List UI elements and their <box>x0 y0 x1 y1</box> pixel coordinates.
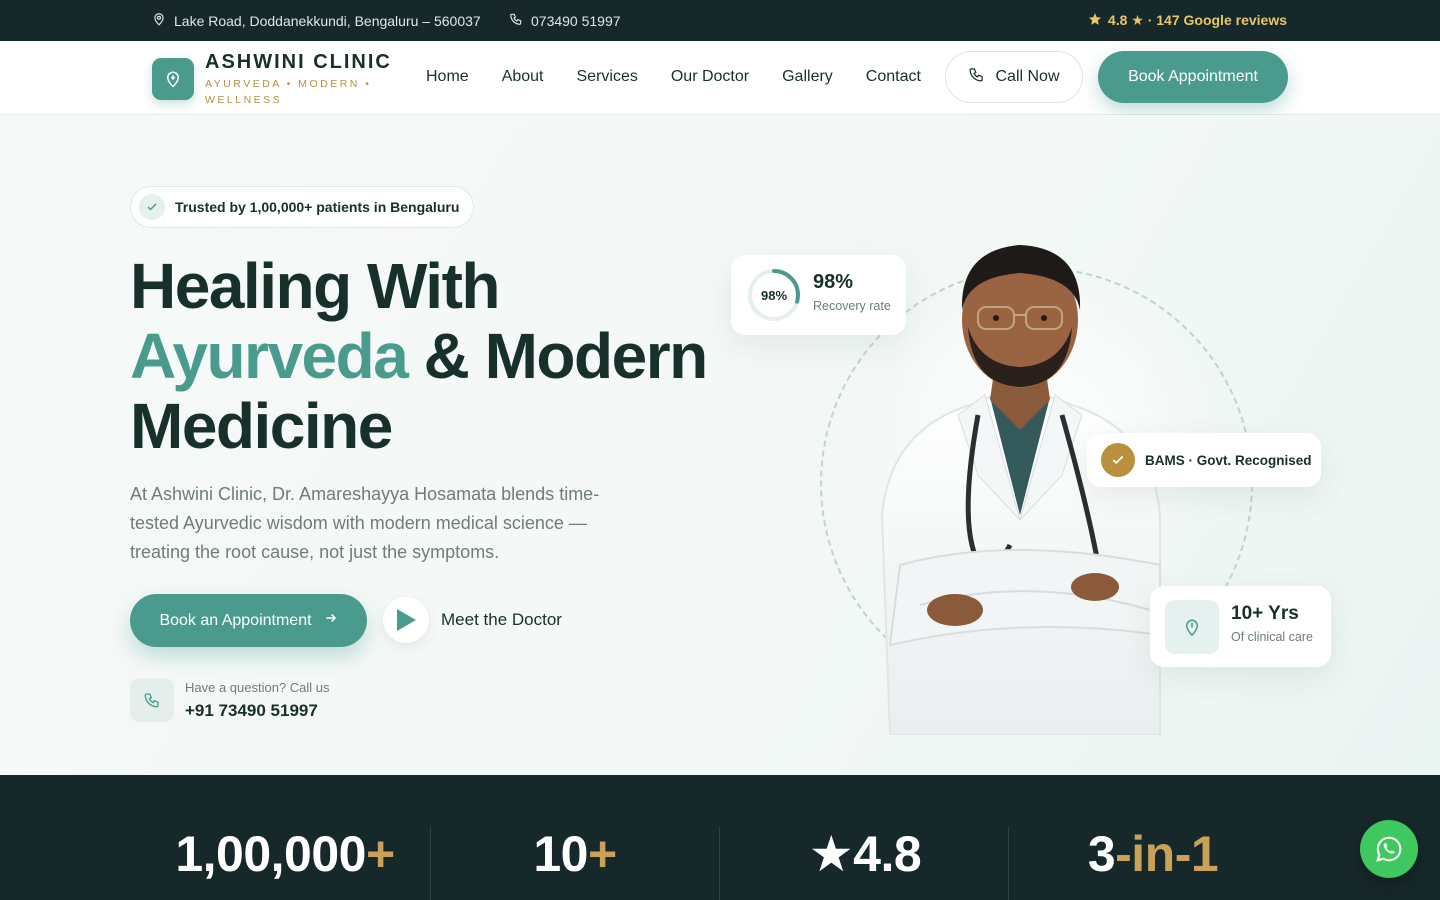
brand-tagline: AYURVEDA • MODERN • WELLNESS <box>205 78 372 106</box>
stat-divider <box>430 827 431 900</box>
nav-home[interactable]: Home <box>426 68 469 86</box>
nav-gallery[interactable]: Gallery <box>782 68 833 86</box>
stat-patients: 1,00,000+ <box>150 825 420 883</box>
phone-icon <box>968 66 985 88</box>
headline-line-2: & Modern <box>407 320 709 392</box>
stat-value: 10 <box>533 826 588 882</box>
stat-suffix: -in-1 <box>1115 826 1219 882</box>
stat-care: 3-in-1 <box>1018 825 1288 883</box>
headline-accent: Ayurveda <box>130 320 409 392</box>
phone-icon <box>509 12 523 29</box>
bams-card: BAMS · Govt. Recognised <box>1087 433 1321 487</box>
stat-years: 10+ <box>440 825 710 883</box>
hero-section: Trusted by 1,00,000+ patients in Bengalu… <box>0 115 1440 775</box>
headline-line-3: Medicine <box>130 390 393 462</box>
whatsapp-button[interactable] <box>1360 820 1418 878</box>
stat-value: 1,00,000 <box>175 826 366 882</box>
book-appointment-button[interactable]: Book Appointment <box>1098 51 1288 103</box>
book-an-appointment-label: Book an Appointment <box>159 611 312 629</box>
recovery-rate-card: 98% 98% Recovery rate <box>731 255 906 335</box>
location-pin-icon <box>152 12 166 29</box>
address-text: Lake Road, Doddanekkundi, Bengaluru – 56… <box>174 12 481 29</box>
nav-contact[interactable]: Contact <box>866 68 921 86</box>
check-icon <box>1101 443 1135 477</box>
hero-headline: Healing With Ayurveda & Modern Medicine <box>130 250 709 462</box>
recovery-ring-label: 98% <box>760 287 788 303</box>
brand-name: ASHWINI CLINIC <box>205 51 392 73</box>
call-now-button[interactable]: Call Now <box>945 51 1083 103</box>
address: Lake Road, Doddanekkundi, Bengaluru – 56… <box>152 12 481 29</box>
check-icon <box>139 194 165 220</box>
stats-strip: 1,00,000+ 10+ ★4.8 3-in-1 <box>0 775 1440 900</box>
meet-the-doctor-label: Meet the Doctor <box>441 610 562 629</box>
meet-the-doctor-button[interactable]: Meet the Doctor <box>383 597 562 643</box>
headline-line-1: Healing With <box>130 250 500 322</box>
stat-value: ★4.8 <box>808 826 922 882</box>
book-an-appointment-button[interactable]: Book an Appointment <box>130 594 367 647</box>
stat-divider <box>1008 827 1009 900</box>
play-icon <box>383 597 429 643</box>
question-label: Have a question? Call us <box>185 680 330 695</box>
trust-text: Trusted by 1,00,000+ patients in Bengalu… <box>175 199 460 215</box>
nav-our-doctor[interactable]: Our Doctor <box>671 68 749 86</box>
clinic-logo[interactable] <box>152 58 194 100</box>
hero-description: At Ashwini Clinic, Dr. Amareshayya Hosam… <box>130 484 600 562</box>
leaf-pin-icon <box>1165 600 1219 654</box>
phone-text: 073490 51997 <box>531 12 621 29</box>
whatsapp-icon <box>1376 836 1402 862</box>
experience-value: 10+ Yrs <box>1231 603 1299 624</box>
experience-card: 10+ Yrs Of clinical care <box>1150 586 1331 667</box>
top-info-bar: Lake Road, Doddanekkundi, Bengaluru – 56… <box>0 0 1440 41</box>
experience-label: Of clinical care <box>1231 630 1313 644</box>
leaf-pin-icon <box>166 71 180 88</box>
stat-rating: ★4.8 <box>730 825 1000 883</box>
phone-icon <box>130 678 174 722</box>
topbar-phone[interactable]: 073490 51997 <box>509 12 621 29</box>
nav-about[interactable]: About <box>502 68 544 86</box>
stat-value: 3 <box>1087 826 1116 882</box>
question-phone-number[interactable]: +91 73490 51997 <box>185 701 318 721</box>
nav-services[interactable]: Services <box>577 68 638 86</box>
recovery-value: 98% <box>813 271 854 293</box>
main-nav: Home About Services Our Doctor Gallery C… <box>426 68 921 86</box>
google-rating[interactable]: 4.8 ★ · 147 Google reviews <box>1088 12 1287 29</box>
site-header: ASHWINI CLINIC AYURVEDA • MODERN • WELLN… <box>0 41 1440 115</box>
brand[interactable]: ASHWINI CLINIC AYURVEDA • MODERN • WELLN… <box>205 51 392 108</box>
stat-suffix: + <box>365 826 395 882</box>
arrow-right-icon <box>324 611 338 630</box>
stat-divider <box>719 827 720 900</box>
trust-badge: Trusted by 1,00,000+ patients in Bengalu… <box>130 186 475 228</box>
rating-text: 4.8 ★ · 147 Google reviews <box>1107 12 1287 28</box>
bams-text: BAMS · Govt. Recognised <box>1145 452 1312 468</box>
star-icon <box>1088 12 1102 29</box>
stat-suffix: + <box>587 826 617 882</box>
call-now-label: Call Now <box>995 68 1060 85</box>
recovery-label: Recovery rate <box>813 299 891 313</box>
